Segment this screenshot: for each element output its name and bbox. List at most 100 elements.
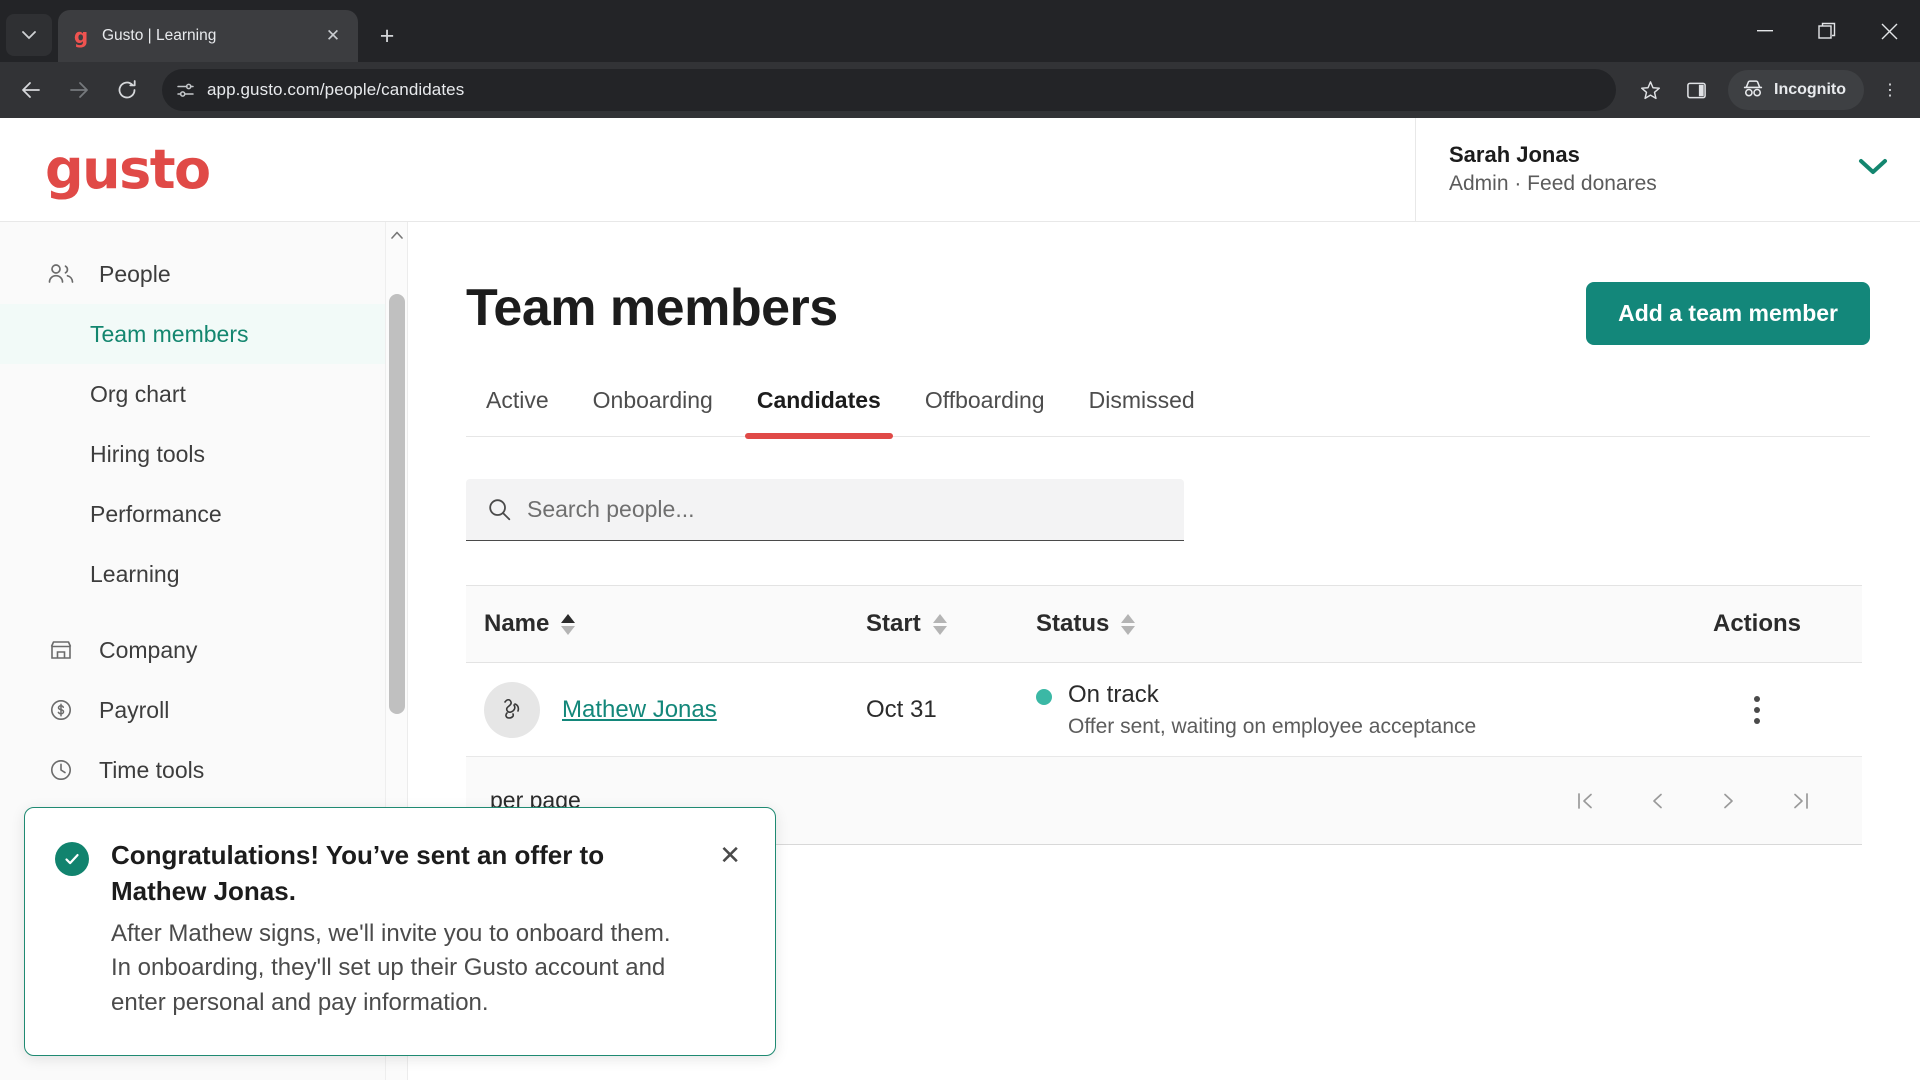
sidebar-item-learning[interactable]: Learning [0, 544, 407, 604]
first-page-button[interactable] [1570, 786, 1600, 816]
pagination [1570, 786, 1834, 816]
column-header-start[interactable]: Start [866, 610, 1036, 638]
status-dot-icon [1036, 688, 1052, 705]
tab-dismissed[interactable]: Dismissed [1067, 387, 1217, 436]
sidebar-subitem-label: Org chart [90, 380, 186, 407]
tab-candidates[interactable]: Candidates [735, 387, 903, 439]
content-tabs: Active Onboarding Candidates Offboarding… [466, 387, 1870, 439]
browser-tab[interactable]: g Gusto | Learning ✕ [58, 10, 358, 62]
tab-title: Gusto | Learning [102, 27, 217, 44]
sidebar-item-org-chart[interactable]: Org chart [0, 364, 407, 424]
prev-page-button[interactable] [1642, 786, 1672, 816]
user-info: Sarah Jonas Admin · Feed donares [1449, 140, 1657, 198]
sidebar-subitem-label: Performance [90, 500, 222, 527]
scroll-up-arrow-icon[interactable] [386, 226, 408, 244]
page-content: gusto Sarah Jonas Admin · Feed donares P… [0, 118, 1920, 1080]
site-settings-icon[interactable] [176, 81, 195, 100]
page-title: Team members [466, 279, 838, 337]
bookmark-star-icon[interactable] [1630, 70, 1670, 110]
minimize-button[interactable] [1734, 0, 1796, 62]
add-team-member-button[interactable]: Add a team member [1586, 282, 1870, 345]
cell-status: On track Offer sent, waiting on employee… [1036, 677, 1652, 743]
reload-button[interactable] [106, 69, 148, 111]
clock-icon [48, 758, 74, 782]
sidebar-item-people[interactable]: People [0, 244, 407, 304]
search-input[interactable]: Search people... [466, 479, 1184, 541]
side-panel-icon[interactable] [1676, 70, 1716, 110]
app-header: gusto Sarah Jonas Admin · Feed donares [0, 118, 1920, 222]
sidebar-item-payroll[interactable]: Payroll [0, 680, 407, 740]
logo-area: gusto [0, 118, 1415, 221]
status-label: On track [1068, 680, 1159, 708]
sidebar-item-time-tools[interactable]: Time tools [0, 740, 407, 800]
table-row: Mathew Jonas Oct 31 On track Offer sent,… [466, 663, 1862, 757]
last-page-button[interactable] [1786, 786, 1816, 816]
sidebar-subitem-label: Team members [90, 320, 249, 347]
sidebar-divider-space [0, 604, 407, 620]
gusto-favicon-icon: g [73, 24, 89, 48]
tab-active[interactable]: Active [466, 387, 571, 436]
column-label: Start [866, 610, 921, 637]
status-detail: Offer sent, waiting on employee acceptan… [1068, 714, 1477, 738]
incognito-icon [1742, 79, 1764, 102]
cell-name: Mathew Jonas [466, 681, 866, 738]
close-window-button[interactable] [1858, 0, 1920, 62]
sidebar-subitem-label: Learning [90, 560, 180, 587]
address-bar-url: app.gusto.com/people/candidates [207, 80, 465, 99]
search-icon [488, 498, 511, 521]
success-toast: Congratulations! You’ve sent an offer to… [24, 807, 776, 1056]
tab-onboarding[interactable]: Onboarding [571, 387, 735, 436]
table-header-row: Name Start Status Actions [466, 585, 1862, 663]
sidebar-item-label: People [99, 260, 171, 287]
sidebar-item-label: Payroll [99, 696, 170, 723]
search-area: Search people... [466, 479, 1184, 541]
people-icon [48, 263, 74, 285]
sidebar-group-people: People Team members Org chart Hiring too… [0, 222, 407, 604]
sidebar-subitem-label: Hiring tools [90, 440, 206, 467]
browser-menu-icon[interactable]: ⋮ [1870, 70, 1910, 110]
page-header-row: Team members Add a team member [466, 278, 1870, 345]
toast-body: Congratulations! You’ve sent an offer to… [111, 838, 691, 1021]
forward-button[interactable] [58, 69, 100, 111]
sidebar-item-performance[interactable]: Performance [0, 484, 407, 544]
kebab-menu-icon[interactable] [1754, 695, 1760, 724]
browser-tab-strip: g Gusto | Learning ✕ + [0, 0, 1920, 62]
maximize-button[interactable] [1796, 0, 1858, 62]
back-button[interactable] [10, 69, 52, 111]
column-header-status[interactable]: Status [1036, 610, 1652, 638]
next-page-button[interactable] [1714, 786, 1744, 816]
sort-icon[interactable] [932, 613, 947, 635]
column-label: Status [1036, 610, 1110, 637]
sidebar-item-label: Time tools [99, 756, 205, 783]
toast-message: After Mathew signs, we'll invite you to … [111, 919, 671, 1017]
search-placeholder: Search people... [527, 496, 695, 522]
sort-icon[interactable] [561, 613, 576, 635]
sidebar-item-company[interactable]: Company [0, 620, 407, 680]
status-text-group: On track Offer sent, waiting on employee… [1068, 679, 1476, 743]
browser-window: g Gusto | Learning ✕ + app.gusto.com/peo… [0, 0, 1920, 1080]
user-role: Admin · Feed donares [1449, 172, 1657, 196]
tab-search-button[interactable] [6, 14, 52, 56]
address-bar[interactable]: app.gusto.com/people/candidates [162, 69, 1617, 111]
close-tab-icon[interactable]: ✕ [320, 23, 346, 49]
tab-offboarding[interactable]: Offboarding [903, 387, 1067, 436]
gusto-logo[interactable]: gusto [45, 142, 211, 197]
check-circle-icon [55, 842, 89, 877]
incognito-label: Incognito [1774, 81, 1846, 98]
sidebar-item-hiring-tools[interactable]: Hiring tools [0, 424, 407, 484]
candidate-name-link[interactable]: Mathew Jonas [562, 696, 717, 724]
avatar [484, 681, 540, 738]
new-tab-button[interactable]: + [368, 17, 406, 55]
candidates-table: Name Start Status Actions Mathew Jonas O… [466, 585, 1862, 845]
main-inner: Team members Add a team member Active On… [408, 222, 1920, 845]
scrollbar-thumb[interactable] [389, 294, 405, 714]
chevron-down-icon[interactable] [1858, 158, 1888, 181]
user-menu[interactable]: Sarah Jonas Admin · Feed donares [1415, 118, 1920, 221]
column-header-name[interactable]: Name [466, 610, 866, 638]
sidebar-item-team-members[interactable]: Team members [0, 304, 407, 364]
sort-icon[interactable] [1121, 613, 1136, 635]
incognito-profile-button[interactable]: Incognito [1728, 70, 1864, 110]
close-icon[interactable]: ✕ [713, 840, 747, 871]
dollar-coin-icon [48, 698, 74, 722]
column-header-actions: Actions [1652, 610, 1862, 638]
